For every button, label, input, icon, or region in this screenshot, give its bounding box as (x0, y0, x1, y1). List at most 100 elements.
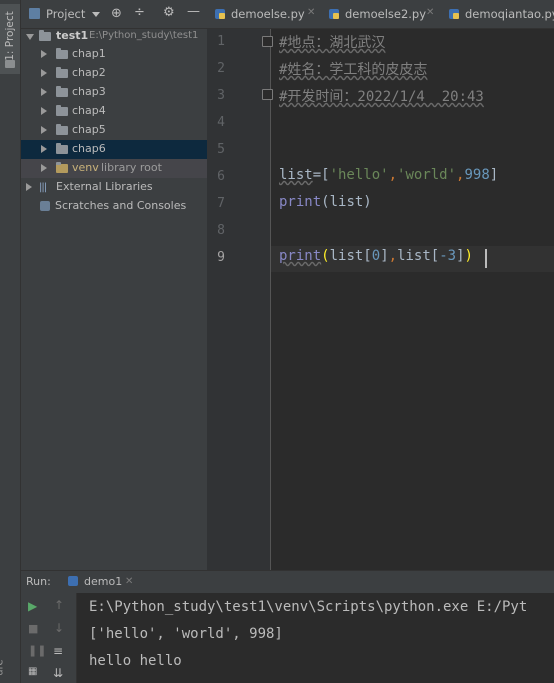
chevron-right-icon[interactable] (41, 164, 47, 172)
editor-tab-bar: demoelse.py ✕ demoelse2.py ✕ demoqiantao… (207, 0, 554, 29)
rerun-icon[interactable]: ▶ (28, 599, 37, 613)
number-literal: -3 (439, 248, 457, 264)
code-line-2[interactable]: #姓名：学工科的皮皮志 (279, 59, 427, 79)
down-arrow-icon[interactable]: ↓ (54, 621, 64, 635)
line-number: 7 (217, 196, 225, 211)
code-line-9[interactable]: print(list[0],list[-3]) (279, 248, 473, 264)
tab-label: demoqiantao.py (465, 7, 554, 21)
tree-scratches[interactable]: Scratches and Consoles (21, 197, 207, 216)
comma: , (388, 167, 398, 183)
tree-venv-note: library root (101, 161, 162, 174)
tree-folder-label: chap3 (72, 85, 106, 98)
output-line: ['hello', 'world', 998] (89, 626, 283, 642)
tab-demoelse2[interactable]: demoelse2.py ✕ (323, 0, 439, 28)
soft-wrap-icon[interactable]: ≡ (53, 644, 63, 658)
folder-icon (56, 162, 68, 173)
fold-marker-icon[interactable] (262, 36, 273, 47)
up-arrow-icon[interactable]: ↑ (54, 598, 64, 612)
call-args: (list) (321, 194, 372, 210)
bracket: ] (380, 248, 389, 264)
tab-label: demoelse.py (231, 7, 305, 21)
tree-folder-chap6[interactable]: chap6 (21, 140, 207, 159)
identifier: list[ (397, 248, 440, 264)
run-panel-label: Run: (26, 575, 51, 588)
close-icon[interactable]: ✕ (307, 7, 315, 18)
pause-icon[interactable]: ❚❚ (28, 644, 46, 657)
code-line-1[interactable]: #地点：湖北武汉 (279, 32, 385, 52)
tree-folder-chap1[interactable]: chap1 (21, 45, 207, 64)
chevron-right-icon[interactable] (26, 183, 32, 191)
folder-icon (56, 105, 68, 116)
tree-scratches-label: Scratches and Consoles (55, 199, 187, 212)
chevron-right-icon[interactable] (41, 69, 47, 77)
chevron-right-icon[interactable] (41, 50, 47, 58)
project-panel-header: Project ⊕ ÷ ⚙ — (21, 0, 207, 29)
tab-demoelse[interactable]: demoelse.py ✕ (209, 0, 319, 28)
code-line-3[interactable]: #开发时间：2022/1/4 20:43 (279, 86, 484, 106)
comma: , (388, 248, 398, 264)
comment-text: #姓名：学工科的皮皮志 (279, 62, 428, 78)
string-literal: 'hello' (329, 167, 389, 183)
chevron-down-icon[interactable] (26, 34, 34, 40)
bracket: ) (464, 248, 473, 264)
locate-icon[interactable]: ⊕ (111, 6, 122, 21)
folder-icon (56, 67, 68, 78)
code-line-7[interactable]: print(list) (279, 194, 372, 210)
run-panel-toolbar: ▶ ↑ ■ ↓ ❚❚ ≡ ▦ ⇊ (21, 593, 77, 683)
python-file-icon (329, 9, 339, 19)
folder-icon (56, 143, 68, 154)
chevron-right-icon[interactable] (41, 107, 47, 115)
chevron-down-icon[interactable] (92, 12, 100, 17)
fold-marker-icon[interactable] (262, 89, 273, 100)
chevron-right-icon[interactable] (41, 145, 47, 153)
collapse-all-icon[interactable]: ÷ (134, 5, 145, 20)
tree-external-label: External Libraries (56, 180, 153, 193)
tab-demoqiantao[interactable]: demoqiantao.py (443, 0, 554, 28)
tree-folder-chap3[interactable]: chap3 (21, 83, 207, 102)
number-literal: 998 (464, 167, 490, 183)
hide-panel-icon[interactable]: — (187, 4, 200, 19)
tree-folder-chap2[interactable]: chap2 (21, 64, 207, 83)
tree-folder-label: chap5 (72, 123, 106, 136)
close-icon[interactable]: ✕ (426, 7, 434, 18)
project-panel-title[interactable]: Project (46, 7, 85, 21)
run-panel-header: Run: demo1 ✕ (21, 571, 554, 593)
line-number: 1 (217, 34, 225, 49)
tab-label: demoelse2.py (345, 7, 427, 21)
layout-icon[interactable]: ▦ (28, 666, 37, 677)
line-number: 3 (217, 88, 225, 103)
bracket: ] (456, 248, 465, 264)
structure-tool-tab-label[interactable]: ure (0, 659, 6, 675)
folder-icon (56, 48, 68, 59)
scroll-to-end-icon[interactable]: ⇊ (53, 666, 63, 680)
left-tool-strip (0, 0, 21, 683)
folder-icon (56, 124, 68, 135)
line-number: 5 (217, 142, 225, 157)
python-file-icon (68, 576, 78, 586)
identifier: list[ (329, 248, 372, 264)
tree-root-test1[interactable]: test1 E:\Python_study\test1 (21, 27, 207, 46)
python-file-icon (449, 9, 459, 19)
line-number-current: 9 (217, 250, 225, 265)
tree-external-libraries[interactable]: ||| External Libraries (21, 178, 207, 197)
line-number: 8 (217, 223, 225, 238)
code-line-6[interactable]: list=['hello','world',998] (279, 167, 498, 183)
tree-folder-chap4[interactable]: chap4 (21, 102, 207, 121)
builtin-function: print (279, 194, 322, 210)
identifier: list (279, 167, 313, 183)
close-icon[interactable]: ✕ (125, 576, 133, 587)
output-line: hello hello (89, 653, 182, 669)
stop-icon[interactable]: ■ (28, 622, 38, 635)
editor-gutter (207, 29, 271, 570)
gear-icon[interactable]: ⚙ (163, 5, 175, 20)
output-line: E:\Python_study\test1\venv\Scripts\pytho… (89, 599, 528, 615)
run-config-tab[interactable]: demo1 (84, 575, 122, 588)
folder-icon (39, 30, 51, 41)
tree-folder-venv[interactable]: venv library root (21, 159, 207, 178)
project-view-icon[interactable] (29, 8, 40, 19)
tree-root-name: test1 (56, 29, 89, 42)
tree-folder-chap5[interactable]: chap5 (21, 121, 207, 140)
chevron-right-icon[interactable] (41, 126, 47, 134)
scratches-icon (40, 201, 50, 211)
chevron-right-icon[interactable] (41, 88, 47, 96)
